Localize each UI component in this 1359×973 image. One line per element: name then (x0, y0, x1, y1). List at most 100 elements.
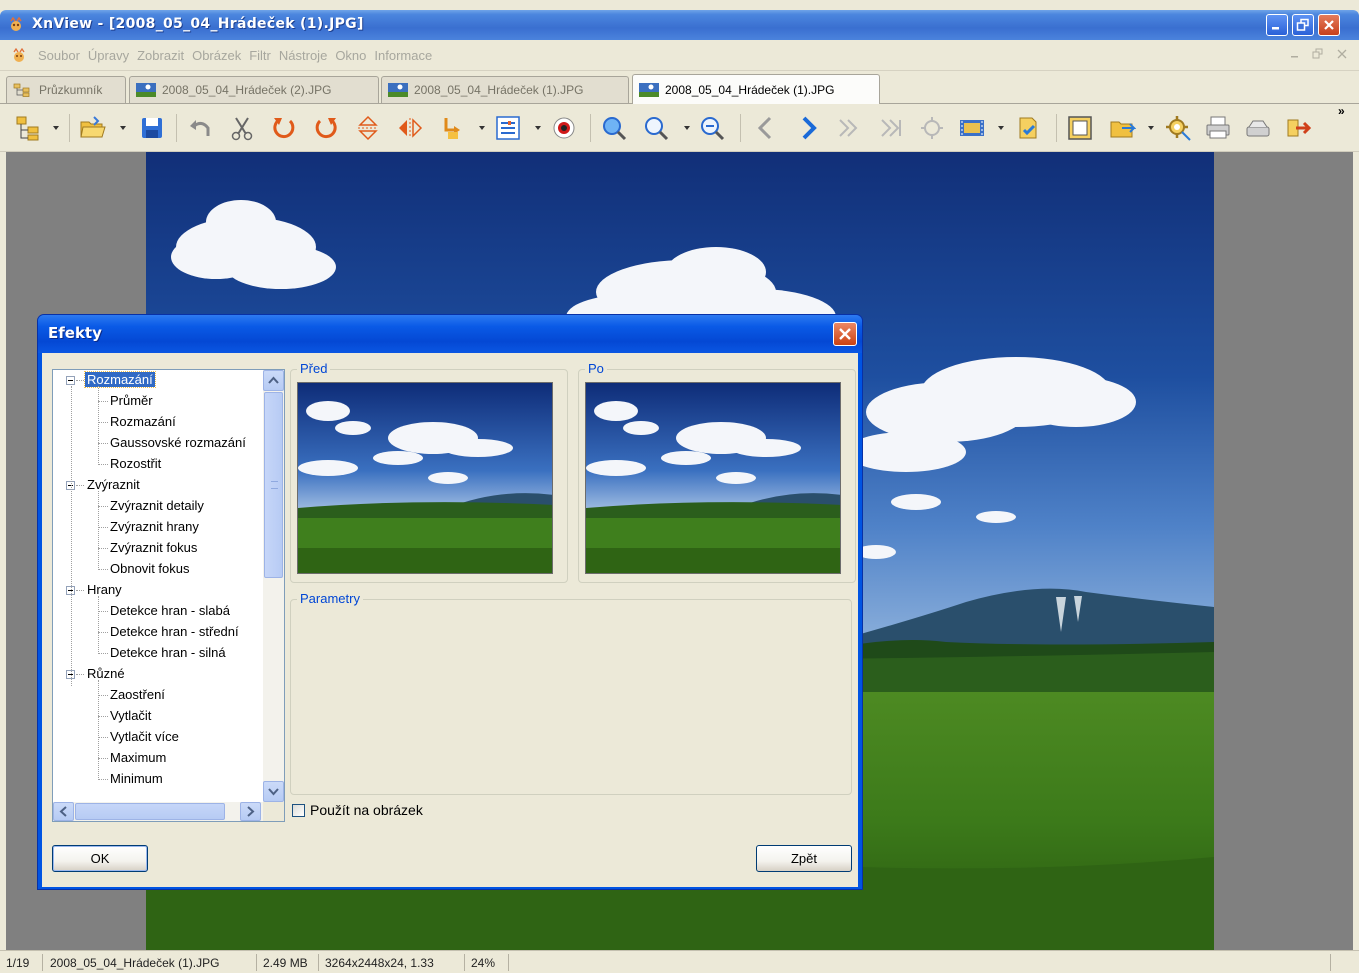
tree-group-label: Hrany (87, 582, 122, 597)
dropdown-arrow-icon[interactable] (535, 126, 541, 130)
scanner-icon[interactable] (1244, 114, 1272, 142)
tree-item[interactable]: Zaostření (110, 685, 165, 705)
exit-icon[interactable] (1284, 114, 1312, 142)
slideshow-options-icon[interactable] (918, 114, 946, 142)
menu-zobrazit[interactable]: Zobrazit (137, 48, 192, 63)
back-button[interactable]: Zpět (756, 845, 852, 872)
flip-vertical-icon[interactable] (354, 114, 382, 142)
resize-icon[interactable] (438, 114, 466, 142)
tree-item[interactable]: Minimum (110, 769, 163, 789)
close-window-button[interactable] (1318, 14, 1340, 36)
effects-dialog: Efekty Rozmazání Průměr Rozmazání Gaussovsk… (37, 314, 863, 890)
mdi-minimize-icon[interactable] (1290, 48, 1300, 60)
next-icon[interactable] (794, 114, 822, 142)
tree-connector (98, 716, 108, 717)
print-icon[interactable] (1204, 114, 1232, 142)
tree-connector (98, 680, 99, 780)
dropdown-arrow-icon[interactable] (1148, 126, 1154, 130)
rotate-left-icon[interactable] (270, 114, 298, 142)
previous-icon[interactable] (752, 114, 780, 142)
dialog-close-button[interactable] (833, 322, 857, 346)
tree-item[interactable]: Detekce hran - střední (110, 622, 239, 642)
tree-item[interactable]: Zvýraznit hrany (110, 517, 199, 537)
open-with-icon[interactable] (1108, 114, 1136, 142)
settings-icon[interactable] (1164, 114, 1192, 142)
tree-item[interactable]: Detekce hran - silná (110, 643, 226, 663)
scroll-up-button[interactable] (263, 370, 284, 391)
set-wallpaper-icon[interactable] (1014, 114, 1042, 142)
tree-item[interactable]: Vytlačit více (110, 727, 179, 747)
effects-tree[interactable]: Rozmazání Průměr Rozmazání Gaussovské rozma… (52, 369, 285, 822)
tree-vertical-scrollbar[interactable] (263, 370, 284, 802)
tree-group[interactable]: Rozmazání (84, 370, 156, 390)
last-image-icon[interactable] (878, 114, 906, 142)
tree-group[interactable]: Zvýraznit (85, 475, 142, 495)
document-menu-icon[interactable] (10, 48, 28, 64)
undo-icon[interactable] (186, 114, 214, 142)
tree-item[interactable]: Rozmazání (110, 412, 176, 432)
tree-item[interactable]: Obnovit fokus (110, 559, 190, 579)
menu-soubor[interactable]: Soubor (38, 48, 88, 63)
scroll-right-button[interactable] (240, 802, 261, 821)
tree-item[interactable]: Maximum (110, 748, 166, 768)
collapse-group-icon[interactable] (66, 376, 75, 385)
menu-informace[interactable]: Informace (374, 48, 440, 63)
scroll-thumb[interactable] (75, 803, 225, 820)
flip-horizontal-icon[interactable] (396, 114, 424, 142)
zoom-fit-icon[interactable] (698, 114, 726, 142)
fullscreen-icon[interactable] (1066, 114, 1094, 142)
tree-item[interactable]: Detekce hran - slabá (110, 601, 230, 621)
tree-group[interactable]: Různé (85, 664, 127, 684)
adjust-icon[interactable] (494, 114, 522, 142)
tab-pruzkumnik[interactable]: Průzkumník (6, 76, 126, 103)
dropdown-arrow-icon[interactable] (684, 126, 690, 130)
menu-okno[interactable]: Okno (335, 48, 374, 63)
tree-horizontal-scrollbar[interactable] (53, 802, 263, 821)
toolbar-overflow-button[interactable]: » (1338, 104, 1345, 118)
tab-image-1-active[interactable]: 2008_05_04_Hrádeček (1).JPG (632, 74, 880, 104)
tree-item[interactable]: Zvýraznit detaily (110, 496, 204, 516)
title-bar[interactable]: XnView - [2008_05_04_Hrádeček (1).JPG] (0, 10, 1359, 40)
browser-icon[interactable] (14, 114, 42, 142)
mdi-close-icon[interactable] (1336, 48, 1348, 60)
menu-filtr[interactable]: Filtr (249, 48, 279, 63)
open-folder-icon[interactable] (78, 114, 106, 142)
scroll-down-button[interactable] (263, 781, 284, 802)
dropdown-arrow-icon[interactable] (53, 126, 59, 130)
scroll-grip (271, 481, 278, 489)
tree-item[interactable]: Gaussovské rozmazání (110, 433, 246, 453)
dropdown-arrow-icon[interactable] (998, 126, 1004, 130)
minimize-button[interactable] (1266, 14, 1288, 36)
filmstrip-icon[interactable] (958, 114, 986, 142)
tree-item-label: Maximum (110, 750, 167, 765)
zoom-in-icon[interactable] (600, 114, 628, 142)
tree-item[interactable]: Rozostřit (110, 454, 161, 474)
tree-item[interactable]: Zvýraznit fokus (110, 538, 197, 558)
scroll-thumb[interactable] (264, 392, 283, 578)
dropdown-arrow-icon[interactable] (479, 126, 485, 130)
tree-item[interactable]: Průměr (110, 391, 153, 411)
rotate-right-icon[interactable] (312, 114, 340, 142)
scroll-left-button[interactable] (53, 802, 74, 821)
ok-button[interactable]: OK (52, 845, 148, 872)
mdi-restore-icon[interactable] (1312, 48, 1324, 60)
dropdown-arrow-icon[interactable] (120, 126, 126, 130)
tree-item[interactable]: Vytlačit (110, 706, 151, 726)
tree-group[interactable]: Hrany (85, 580, 124, 600)
menu-obrazek[interactable]: Obrázek (192, 48, 249, 63)
apply-to-image-option[interactable]: Použít na obrázek (292, 801, 423, 819)
restore-button[interactable] (1292, 14, 1314, 36)
menu-upravy[interactable]: Úpravy (88, 48, 137, 63)
apply-to-image-checkbox[interactable] (292, 803, 305, 817)
first-image-icon[interactable] (836, 114, 864, 142)
dialog-title-bar[interactable]: Efekty (38, 315, 862, 353)
cut-icon[interactable] (228, 114, 256, 142)
tab-image-1-secondary[interactable]: 2008_05_04_Hrádeček (1).JPG (381, 76, 629, 103)
save-icon[interactable] (138, 114, 166, 142)
status-separator (508, 954, 509, 971)
red-eye-icon[interactable] (550, 114, 578, 142)
status-index: 1/19 (6, 956, 30, 970)
zoom-out-icon[interactable] (642, 114, 670, 142)
tab-image-2[interactable]: 2008_05_04_Hrádeček (2).JPG (129, 76, 379, 103)
menu-nastroje[interactable]: Nástroje (279, 48, 335, 63)
